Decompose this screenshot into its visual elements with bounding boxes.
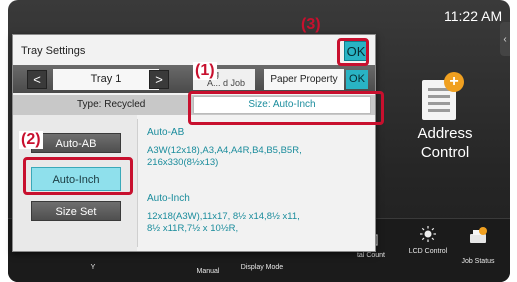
- size-set-button[interactable]: Size Set: [31, 201, 121, 221]
- callout-label-3: (3): [301, 16, 321, 33]
- dialog-title: Tray Settings: [21, 45, 86, 57]
- callout-box-size: [188, 91, 384, 125]
- dock-item-y[interactable]: Y: [78, 263, 108, 272]
- callout-label-2: (2): [19, 131, 43, 149]
- callout-box-auto-inch: [23, 157, 133, 195]
- ok-small-button[interactable]: OK: [346, 70, 368, 89]
- address-control-tile[interactable]: + Address Control: [398, 72, 492, 170]
- dock-item-manual[interactable]: Manual: [186, 267, 230, 276]
- dock-item-display-mode[interactable]: Display Mode: [240, 263, 284, 272]
- job-status-icon: [470, 227, 487, 243]
- dock-item-lcd-control[interactable]: LCD Control: [408, 225, 448, 256]
- size-list-pane: Auto-AB A3W(12x18),A3,A4,A4R,B4,B5,B5R, …: [147, 127, 369, 235]
- dock-item-job-status[interactable]: Job Status: [456, 225, 500, 265]
- auto-ab-heading: Auto-AB: [147, 127, 185, 138]
- callout-box-ok: [337, 38, 369, 66]
- chevron-right-icon: >: [155, 72, 163, 87]
- auto-inch-heading: Auto-Inch: [147, 193, 190, 204]
- next-tray-button[interactable]: >: [149, 70, 169, 89]
- side-panel-toggle[interactable]: ‹: [500, 22, 510, 56]
- address-control-label: Address Control: [417, 125, 473, 161]
- paper-property-tab[interactable]: Paper Property: [264, 69, 344, 90]
- paper-type-text: Type: Recycled: [77, 99, 146, 110]
- pane-divider: [137, 119, 138, 247]
- callout-label-1: (1): [193, 62, 217, 80]
- tray-name-field: Tray 1: [53, 69, 159, 90]
- brightness-icon: [420, 226, 436, 242]
- status-clock: 11:22 AM: [444, 8, 503, 24]
- auto-ab-sizes: A3W(12x18),A3,A4,A4R,B4,B5,B5R, 216x330(…: [147, 145, 302, 168]
- prev-tray-button[interactable]: <: [27, 70, 47, 89]
- add-icon: +: [444, 72, 464, 92]
- auto-ab-button[interactable]: Auto-AB: [31, 133, 121, 153]
- auto-inch-sizes: 12x18(A3W),11x17, 8½ x14,8½ x11, 8½ x11R…: [147, 211, 300, 234]
- chevron-left-icon: <: [33, 72, 41, 87]
